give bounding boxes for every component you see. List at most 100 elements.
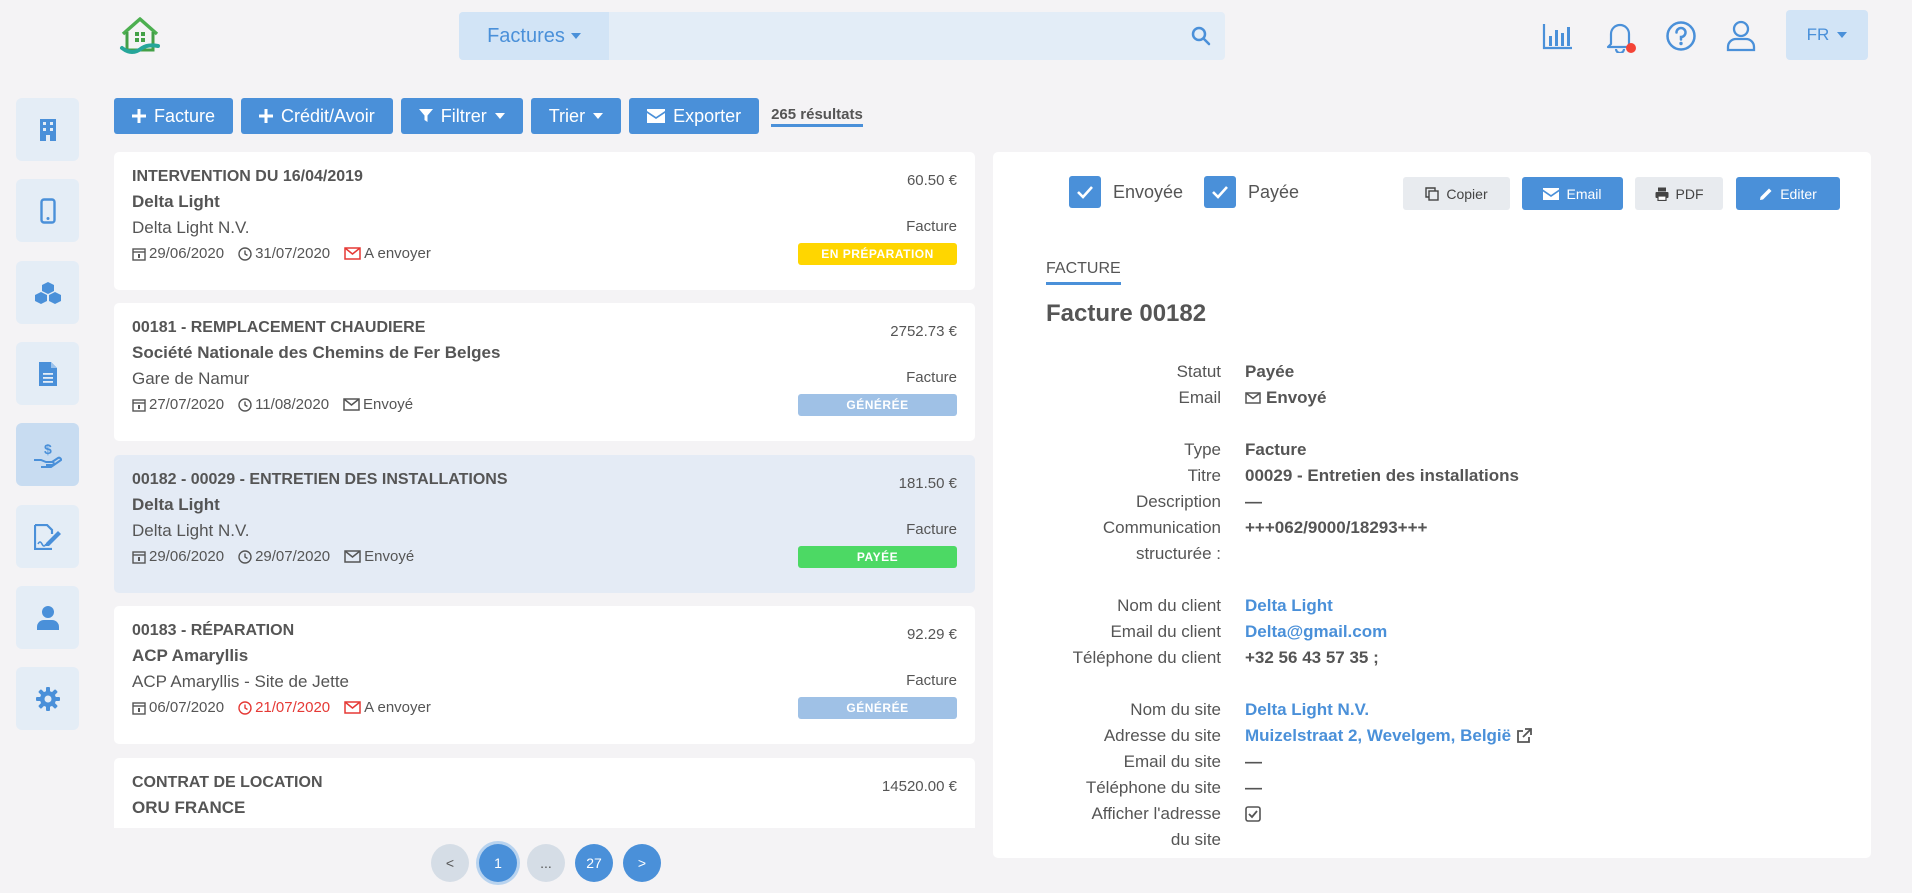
sidebar-item-contracts[interactable] xyxy=(16,505,79,568)
site-address-link[interactable]: Muizelstraat 2, Wevelgem, België xyxy=(1245,723,1511,749)
site-name-link[interactable]: Delta Light N.V. xyxy=(1245,697,1369,723)
field-description: Description — xyxy=(993,489,1871,515)
invoice-client: ACP Amaryllis xyxy=(132,646,249,665)
app-logo[interactable] xyxy=(118,14,162,58)
field-label: Nom du site xyxy=(1130,700,1221,719)
list-item[interactable]: 00181 - REMPLACEMENT CHAUDIERE Société N… xyxy=(114,303,975,441)
pagination-page-last[interactable]: 27 xyxy=(575,844,613,882)
notifications-button[interactable] xyxy=(1600,16,1640,56)
invoice-title: INTERVENTION DU 16/04/2019 xyxy=(132,168,363,185)
field-communication: Communication structurée : +++062/9000/1… xyxy=(993,515,1871,567)
list-item[interactable]: INTERVENTION DU 16/04/2019 Delta Light D… xyxy=(114,152,975,290)
clock-icon xyxy=(238,397,252,412)
external-link-icon[interactable] xyxy=(1516,728,1533,744)
list-item[interactable]: 00182 - 00029 - ENTRETIEN DES INSTALLATI… xyxy=(114,455,975,593)
invoice-client: Delta Light xyxy=(132,495,220,514)
sidebar-item-documents[interactable] xyxy=(16,342,79,405)
client-name-link[interactable]: Delta Light xyxy=(1245,593,1333,619)
hand-dollar-icon: $ xyxy=(33,441,62,468)
new-credit-button[interactable]: Crédit/Avoir xyxy=(241,98,393,134)
list-item[interactable]: 00183 - RÉPARATION ACP Amaryllis ACP Ama… xyxy=(114,606,975,744)
svg-text:$: $ xyxy=(44,441,52,457)
language-label: FR xyxy=(1806,25,1830,44)
field-value: — xyxy=(1245,752,1262,771)
sort-button[interactable]: Trier xyxy=(530,98,622,134)
page-title: Facture 00182 xyxy=(1046,300,1207,327)
invoice-client: Delta Light xyxy=(132,192,220,211)
user-icon xyxy=(36,605,59,630)
field-site-address: Adresse du site Muizelstraat 2, Wevelgem… xyxy=(993,723,1871,749)
pdf-label: PDF xyxy=(1675,185,1704,202)
field-label: Adresse du site xyxy=(1103,726,1221,745)
export-button[interactable]: Exporter xyxy=(629,98,760,134)
invoice-mail-status: Envoyé xyxy=(364,548,415,565)
pdf-button[interactable]: PDF xyxy=(1635,177,1723,210)
question-circle-icon xyxy=(1666,21,1696,51)
new-invoice-button[interactable]: Facture xyxy=(114,98,234,134)
field-status: Statut Payée xyxy=(993,359,1871,385)
invoice-mail-status: Envoyé xyxy=(363,396,414,413)
invoice-due-date: 11/08/2020 xyxy=(255,396,330,413)
field-label: Téléphone du client xyxy=(1072,648,1221,667)
language-dropdown[interactable]: FR xyxy=(1786,10,1868,60)
calendar-icon xyxy=(132,550,146,564)
results-count[interactable]: 265 résultats xyxy=(771,106,863,127)
chevron-down-icon xyxy=(1837,32,1848,38)
field-show-address: Afficher l'adresse du site xyxy=(993,801,1871,853)
invoice-title: CONTRAT DE LOCATION xyxy=(132,774,323,791)
field-client-phone: Téléphone du client +32 56 43 57 35 ; xyxy=(993,645,1871,671)
plus-icon xyxy=(259,109,274,123)
filter-label: Filtrer xyxy=(440,105,487,126)
filter-button[interactable]: Filtrer xyxy=(400,98,523,134)
copy-button[interactable]: Copier xyxy=(1403,177,1510,210)
invoice-mail-status: A envoyer xyxy=(364,245,431,262)
pagination-ellipsis[interactable]: ... xyxy=(527,844,565,882)
search-button[interactable] xyxy=(1177,26,1225,46)
new-credit-label: Crédit/Avoir xyxy=(281,105,375,126)
pagination: < 1 ... 27 > xyxy=(431,844,661,882)
client-email-link[interactable]: Delta@gmail.com xyxy=(1245,619,1387,645)
sidebar-item-settings[interactable] xyxy=(16,667,79,730)
sidebar-item-products[interactable] xyxy=(16,261,79,324)
sent-checkbox[interactable]: Envoyée xyxy=(1069,176,1183,208)
checkbox-checked[interactable] xyxy=(1204,176,1236,208)
filter-icon xyxy=(418,109,433,122)
section-tab[interactable]: FACTURE xyxy=(1046,260,1121,285)
pagination-next[interactable]: > xyxy=(623,844,661,882)
clock-icon xyxy=(238,549,252,564)
invoice-date: 06/07/2020 xyxy=(149,699,225,716)
edit-button[interactable]: Editer xyxy=(1736,177,1840,210)
field-value: Payée xyxy=(1245,362,1295,381)
sidebar-item-users[interactable] xyxy=(16,586,79,649)
search-scope-dropdown[interactable]: Factures xyxy=(459,12,609,60)
sidebar-item-invoices[interactable]: $ xyxy=(16,423,79,486)
paid-checkbox[interactable]: Payée xyxy=(1204,176,1299,208)
invoice-client: ORU FRANCE xyxy=(132,798,246,817)
help-button[interactable] xyxy=(1661,16,1701,56)
sent-label: Envoyée xyxy=(1113,181,1184,202)
pagination-page-current[interactable]: 1 xyxy=(479,844,517,882)
profile-button[interactable] xyxy=(1721,16,1761,56)
sidebar-item-devices[interactable] xyxy=(16,179,79,242)
email-button[interactable]: Email xyxy=(1522,177,1623,210)
sort-label: Trier xyxy=(548,105,586,126)
calendar-icon xyxy=(132,701,146,715)
sidebar-item-buildings[interactable] xyxy=(16,98,79,161)
envelope-icon xyxy=(1543,187,1560,200)
status-badge: EN PRÉPARATION xyxy=(798,243,957,265)
export-label: Exporter xyxy=(673,105,742,126)
field-label: Email du site xyxy=(1123,752,1221,771)
search-input[interactable] xyxy=(609,12,1177,60)
new-invoice-label: Facture xyxy=(154,105,216,126)
stats-button[interactable] xyxy=(1538,16,1578,56)
invoice-client: Société Nationale des Chemins de Fer Bel… xyxy=(132,343,501,362)
status-badge: GÉNÉRÉE xyxy=(798,394,957,416)
field-label: Email du client xyxy=(1110,622,1221,641)
checkbox-checked[interactable] xyxy=(1069,176,1101,208)
pagination-prev[interactable]: < xyxy=(431,844,469,882)
list-item[interactable]: CONTRAT DE LOCATION ORU FRANCE 14520.00 … xyxy=(114,758,975,828)
search-bar: Factures xyxy=(459,12,1225,60)
search-icon xyxy=(1191,26,1211,46)
field-label: Afficher l'adresse du site xyxy=(993,801,1221,853)
field-label: Email xyxy=(1178,388,1221,407)
